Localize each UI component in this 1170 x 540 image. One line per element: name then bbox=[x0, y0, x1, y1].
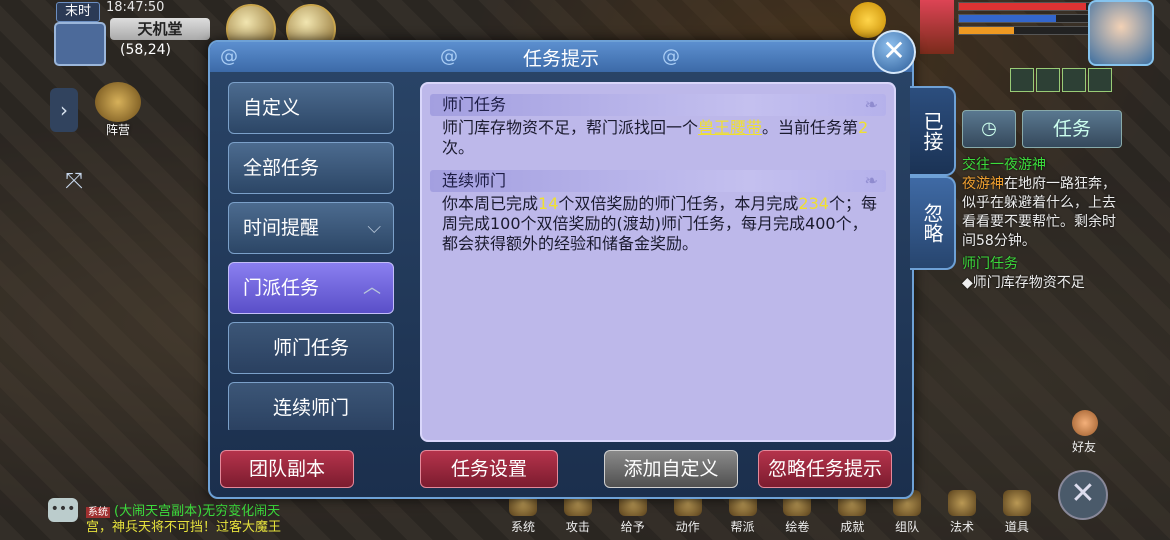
category-label: 师门任务 bbox=[272, 337, 349, 359]
add-custom-button[interactable]: 添加自定义 bbox=[604, 450, 738, 488]
camp-button[interactable]: 阵营 bbox=[92, 82, 144, 138]
buff-icon[interactable] bbox=[1062, 68, 1086, 92]
category-label: 全部任务 bbox=[243, 157, 320, 179]
chat-text: (大闹天宫副本)无穷变化闹天 bbox=[114, 504, 281, 519]
menu-spell[interactable]: 法术 bbox=[939, 490, 985, 540]
pet-portrait-icon[interactable] bbox=[850, 2, 886, 38]
tracker-entry-title[interactable]: 师门任务 bbox=[962, 255, 1122, 274]
tracker-entries[interactable]: 交往一夜游神 夜游神在地府一路狂奔，似乎在躲避着什么，上去看看要不要帮忙。剩余时… bbox=[962, 156, 1122, 293]
fullscreen-icon[interactable]: ⤧ bbox=[56, 164, 92, 200]
rage-bar bbox=[958, 26, 1098, 35]
time-period-label: 末时 bbox=[56, 2, 100, 22]
text-run: 师门库存物资不足，帮门派找回一个 bbox=[442, 118, 699, 137]
highlight-number: 234 bbox=[798, 194, 829, 213]
summon-portrait[interactable] bbox=[920, 0, 954, 54]
mp-bar bbox=[958, 14, 1098, 23]
highlight-number: 2 bbox=[858, 118, 869, 137]
chat-box[interactable]: ••• 系统 (大闹天宫副本)无穷变化闹天 宫，神兵天将不可挡！过客大魔王 bbox=[48, 494, 378, 540]
section-heading: 师门任务 bbox=[430, 94, 886, 116]
subcategory-master-task[interactable]: 师门任务 bbox=[228, 322, 394, 374]
menu-items[interactable]: 道具 bbox=[994, 490, 1040, 540]
tracker-task-tab[interactable]: 任务 bbox=[1022, 110, 1122, 148]
friends-button[interactable]: 好友 bbox=[1062, 410, 1106, 456]
minimap-icon[interactable] bbox=[54, 22, 106, 66]
tab-ignored[interactable]: 忽略 bbox=[910, 176, 956, 270]
hp-bar bbox=[958, 2, 1098, 11]
buff-icon[interactable] bbox=[1088, 68, 1112, 92]
text-run: 次。 bbox=[442, 138, 475, 157]
section-body: 师门库存物资不足，帮门派找回一个兽王腰带。当前任务第2 次。 bbox=[442, 118, 880, 158]
chat-message: 宫，神兵天将不可挡！过客大魔王 bbox=[86, 520, 282, 535]
dragon-icon bbox=[95, 82, 141, 122]
team-dungeon-button[interactable]: 团队副本 bbox=[220, 450, 354, 488]
chat-message: 系统 (大闹天宫副本)无穷变化闹天 bbox=[86, 504, 280, 521]
task-tracker: ◷ 任务 交往一夜游神 夜游神在地府一路狂奔，似乎在躲避着什么，上去看看要不要帮… bbox=[962, 110, 1122, 293]
expand-arrow-icon[interactable]: › bbox=[50, 88, 78, 132]
clock-icon[interactable]: ◷ bbox=[962, 110, 1016, 148]
player-avatar[interactable] bbox=[1088, 0, 1154, 66]
close-icon[interactable]: ✕ bbox=[872, 30, 916, 74]
tab-accepted[interactable]: 已接 bbox=[910, 86, 956, 176]
text-run: 个双倍奖励的师门任务，本月完成 bbox=[558, 194, 799, 213]
ignore-task-tip-button[interactable]: 忽略任务提示 bbox=[758, 450, 892, 488]
category-label: 连续师门 bbox=[272, 397, 349, 419]
task-tip-dialog: @ @ 任务提示 @ ✕ 自定义 全部任务 时间提醒 ⌵ 门派任务 ︿ 师门任务 连… bbox=[208, 30, 916, 499]
swirl-ornament-icon: @ bbox=[662, 46, 680, 67]
item-link[interactable]: 兽王腰带 bbox=[698, 118, 762, 137]
location-hud: 末时 18:47:50 天机堂 (58,24) bbox=[50, 0, 210, 66]
dialog-title: 任务提示 bbox=[522, 48, 599, 70]
buff-icon[interactable] bbox=[1010, 68, 1034, 92]
category-sect-tasks[interactable]: 门派任务 ︿ bbox=[228, 262, 394, 314]
npc-link[interactable]: 夜游神 bbox=[962, 176, 1004, 192]
text-run: 。当前任务第 bbox=[762, 118, 859, 137]
subcategory-continuous-master[interactable]: 连续师门 bbox=[228, 382, 394, 430]
highlight-number: 14 bbox=[538, 194, 559, 213]
system-tag: 系统 bbox=[86, 507, 110, 518]
text-run: 你本周已完成 bbox=[442, 194, 539, 213]
category-list: 自定义 全部任务 时间提醒 ⌵ 门派任务 ︿ 师门任务 连续师门 bbox=[228, 82, 396, 430]
chat-bubble-icon[interactable]: ••• bbox=[48, 498, 78, 522]
task-settings-button[interactable]: 任务设置 bbox=[420, 450, 558, 488]
category-label: 自定义 bbox=[243, 97, 301, 119]
buff-icon[interactable] bbox=[1036, 68, 1060, 92]
tracker-entry-title[interactable]: 交往一夜游神 bbox=[962, 156, 1122, 175]
close-menu-icon[interactable]: ✕ bbox=[1058, 470, 1108, 520]
tracker-entry-desc: 夜游神在地府一路狂奔，似乎在躲避着什么，上去看看要不要帮忙。剩余时间58分钟。 bbox=[962, 175, 1122, 251]
section-body: 你本周已完成14个双倍奖励的师门任务，本月完成234个；每周完成100个双倍奖励… bbox=[442, 194, 880, 254]
dialog-titlebar: @ @ 任务提示 @ bbox=[210, 42, 912, 72]
category-label: 门派任务 bbox=[243, 277, 320, 299]
task-detail-panel: 师门任务 师门库存物资不足，帮门派找回一个兽王腰带。当前任务第2次。 连续师门 … bbox=[420, 82, 896, 442]
status-bars bbox=[958, 2, 1098, 38]
category-custom[interactable]: 自定义 bbox=[228, 82, 394, 134]
clock-text: 18:47:50 bbox=[106, 0, 165, 15]
camp-label: 阵营 bbox=[105, 123, 130, 137]
section-heading: 连续师门 bbox=[430, 170, 886, 192]
chevron-down-icon: ⌵ bbox=[367, 217, 381, 238]
location-name[interactable]: 天机堂 bbox=[110, 18, 210, 40]
tracker-entry-text: ◆师门库存物资不足 bbox=[962, 275, 1085, 291]
category-all-tasks[interactable]: 全部任务 bbox=[228, 142, 394, 194]
chevron-up-icon: ︿ bbox=[363, 277, 381, 298]
category-label: 时间提醒 bbox=[243, 217, 320, 239]
category-time-reminder[interactable]: 时间提醒 ⌵ bbox=[228, 202, 394, 254]
coordinates: (58,24) bbox=[120, 42, 172, 58]
